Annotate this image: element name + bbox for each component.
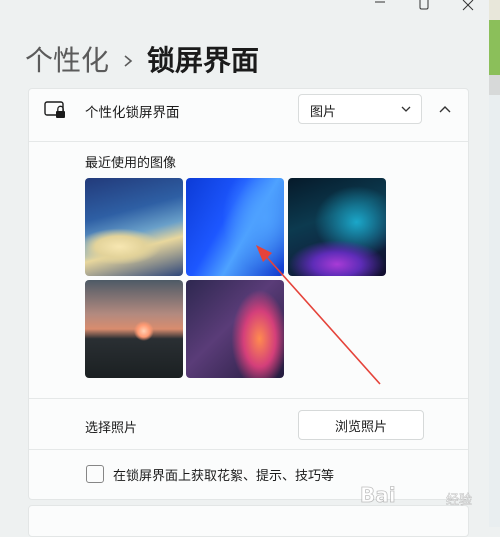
breadcrumb: 个性化 锁屏界面 bbox=[25, 44, 259, 78]
breadcrumb-parent[interactable]: 个性化 bbox=[25, 44, 109, 78]
background-window-edge bbox=[489, 0, 500, 527]
close-icon bbox=[462, 0, 474, 11]
chevron-up-icon bbox=[439, 106, 451, 113]
recent-image-1[interactable] bbox=[85, 178, 183, 276]
settings-window: 个性化 锁屏界面 个性化锁屏界面 图片 最近使用的图像 选择照片 浏览照片 在锁… bbox=[0, 0, 489, 537]
lock-screen-type-dropdown[interactable]: 图片 bbox=[298, 94, 422, 124]
tips-checkbox[interactable] bbox=[86, 465, 104, 483]
minimize-icon bbox=[375, 1, 385, 3]
recent-image-4[interactable] bbox=[85, 280, 183, 378]
dropdown-value: 图片 bbox=[310, 105, 337, 120]
lock-screen-icon bbox=[44, 101, 65, 118]
divider bbox=[29, 398, 468, 399]
collapse-button[interactable] bbox=[433, 97, 457, 121]
minimize-button[interactable] bbox=[360, 0, 400, 12]
lock-screen-panel: 个性化锁屏界面 图片 最近使用的图像 选择照片 浏览照片 在锁屏界面上获取花絮、… bbox=[28, 88, 469, 500]
divider bbox=[29, 449, 468, 450]
watermark-sub: 经验 bbox=[446, 493, 473, 509]
lock-screen-header[interactable]: 个性化锁屏界面 图片 bbox=[29, 89, 468, 142]
maximize-button[interactable] bbox=[404, 0, 444, 12]
chevron-down-icon bbox=[401, 106, 411, 112]
browse-photos-button[interactable]: 浏览照片 bbox=[298, 410, 424, 440]
choose-photo-label: 选择照片 bbox=[85, 421, 138, 436]
watermark-logo: Bai 经验 bbox=[360, 480, 495, 520]
watermark-text: Bai bbox=[360, 483, 396, 508]
tips-checkbox-label[interactable]: 在锁屏界面上获取花絮、提示、技巧等 bbox=[113, 465, 334, 484]
recent-image-5[interactable] bbox=[186, 280, 284, 378]
lock-screen-label: 个性化锁屏界面 bbox=[85, 105, 180, 121]
page-title: 锁屏界面 bbox=[147, 44, 260, 77]
chevron-right-icon bbox=[123, 54, 133, 68]
recent-images-label: 最近使用的图像 bbox=[85, 156, 177, 171]
recent-image-3[interactable] bbox=[288, 178, 386, 276]
maximize-icon bbox=[419, 0, 429, 10]
recent-image-2[interactable] bbox=[186, 178, 284, 276]
close-button[interactable] bbox=[448, 0, 488, 12]
